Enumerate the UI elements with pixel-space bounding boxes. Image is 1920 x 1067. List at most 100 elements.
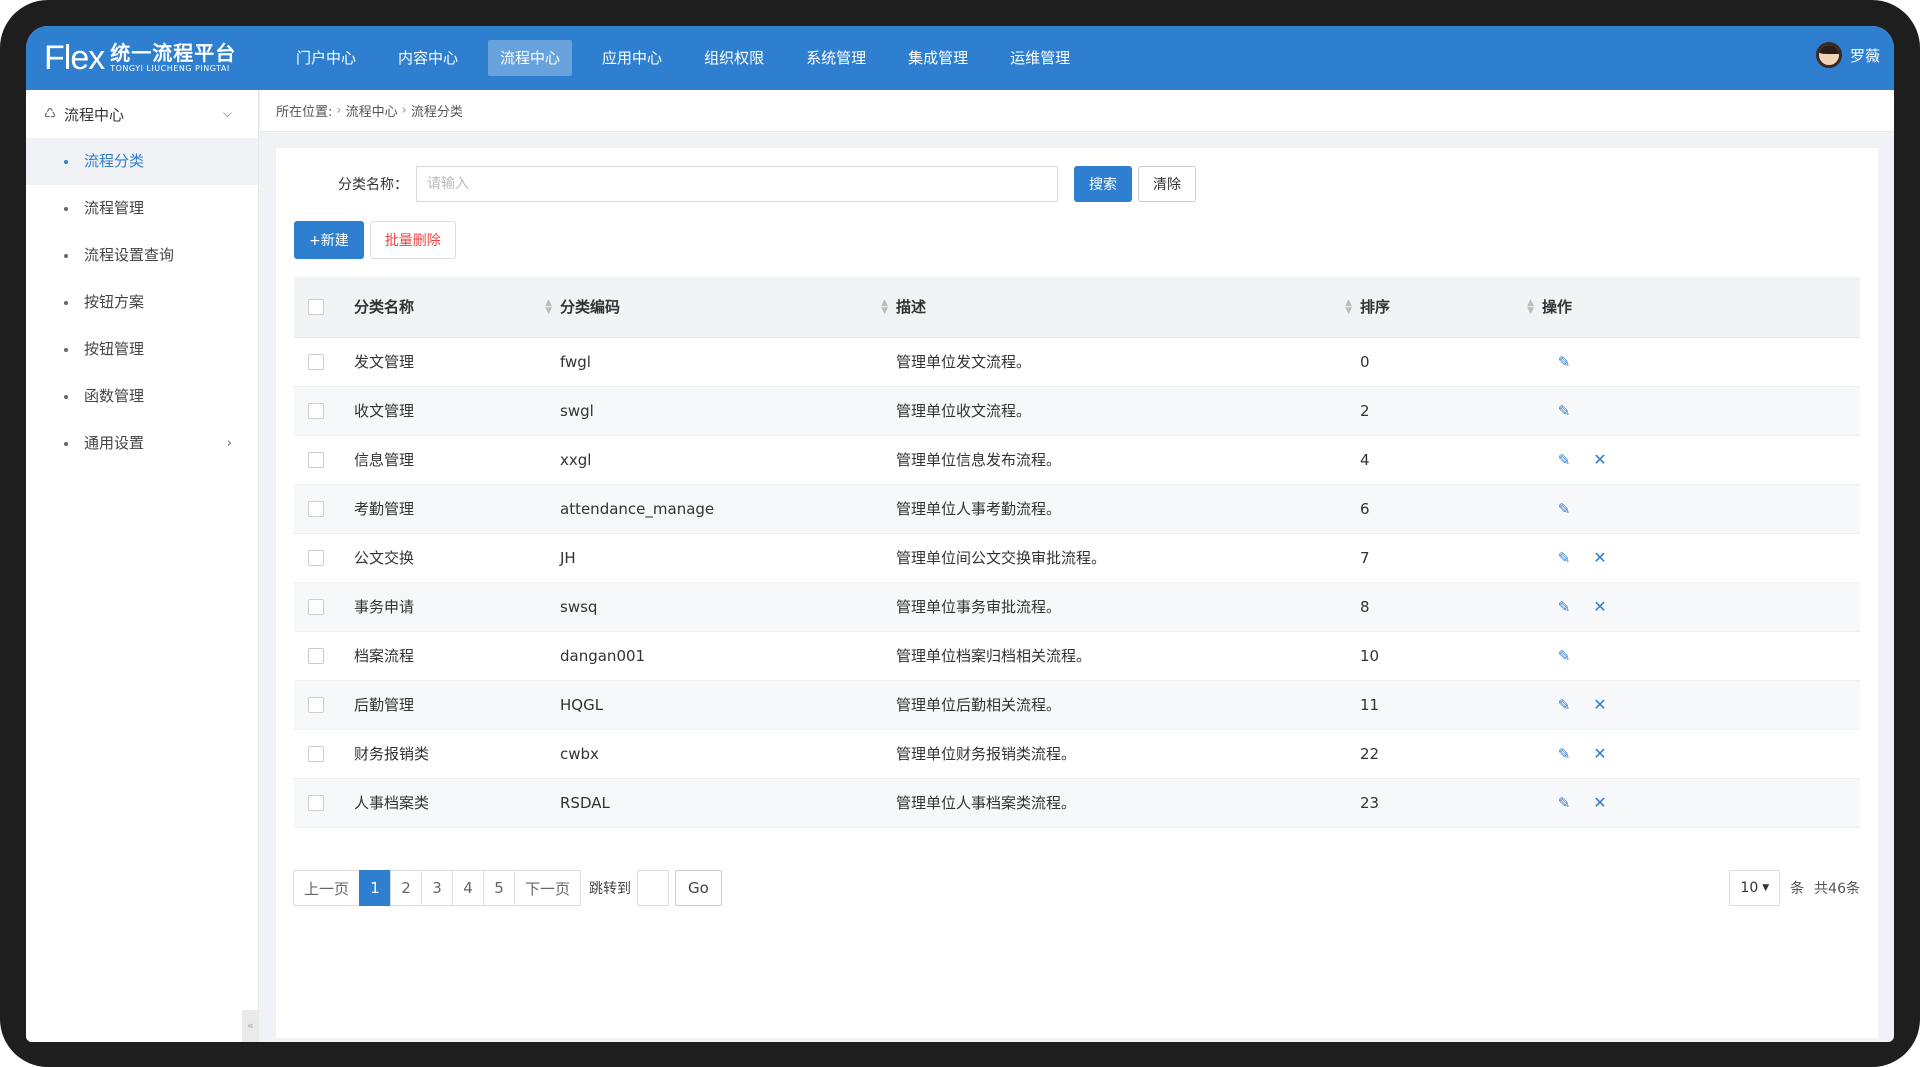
row-checkbox[interactable] — [308, 354, 324, 370]
row-checkbox[interactable] — [308, 452, 324, 468]
nav-item-apps[interactable]: 应用中心 — [590, 40, 674, 76]
action-bar: +新建 批量删除 — [294, 221, 462, 259]
delete-icon[interactable]: ✕ — [1582, 597, 1618, 616]
user-name: 罗薇 — [1849, 46, 1880, 65]
cell-order: 4 — [1360, 435, 1542, 485]
sidebar-collapse-button[interactable]: « — [242, 1010, 259, 1042]
row-checkbox[interactable] — [308, 697, 324, 713]
select-all-checkbox[interactable] — [308, 299, 324, 316]
row-checkbox[interactable] — [308, 746, 324, 762]
sidebar-item-process-category[interactable]: 流程分类 — [26, 138, 258, 185]
search-button[interactable]: 搜索 — [1074, 166, 1132, 202]
user-menu[interactable]: 罗薇 — [1815, 42, 1880, 68]
edit-icon[interactable]: ✎ — [1546, 353, 1582, 371]
cell-description: 管理单位间公文交换审批流程。 — [896, 533, 1360, 583]
row-checkbox[interactable] — [308, 648, 324, 664]
edit-icon[interactable]: ✎ — [1546, 745, 1582, 763]
row-checkbox[interactable] — [308, 550, 324, 566]
jump-page-input[interactable] — [637, 870, 670, 906]
sort-icon[interactable]: ▲ ▼ — [1345, 299, 1352, 316]
nav-item-integration[interactable]: 集成管理 — [896, 40, 980, 76]
edit-icon[interactable]: ✎ — [1546, 402, 1582, 420]
page-button-5[interactable]: 5 — [483, 870, 516, 906]
row-checkbox-cell — [294, 729, 354, 779]
edit-icon[interactable]: ✎ — [1546, 549, 1582, 567]
table-row: 公文交换 JH 管理单位间公文交换审批流程。 7 ✎ ✕ — [294, 533, 1860, 583]
page-button-3[interactable]: 3 — [421, 870, 454, 906]
row-checkbox-cell — [294, 533, 354, 583]
table-row: 档案流程 dangan001 管理单位档案归档相关流程。 10 ✎ — [294, 631, 1860, 681]
cell-description: 管理单位档案归档相关流程。 — [896, 631, 1360, 681]
sidebar-group-title: 流程中心 — [64, 105, 125, 124]
sidebar-group-header[interactable]: ♺ 流程中心 ⌵ — [26, 90, 258, 138]
column-header-name[interactable]: 分类名称 ▲ ▼ — [354, 277, 560, 338]
cell-code: swgl — [560, 386, 896, 436]
page-button-2[interactable]: 2 — [390, 870, 423, 906]
sort-icon[interactable]: ▲ ▼ — [1527, 299, 1534, 316]
row-checkbox[interactable] — [308, 795, 324, 811]
column-header-code[interactable]: 分类编码 ▲ ▼ — [560, 277, 896, 338]
breadcrumb: 所在位置: › 流程中心 › 流程分类 — [260, 90, 1894, 132]
app-logo[interactable]: Flex 统一流程平台 TONGYI LIUCHENG PINGTAI — [44, 38, 236, 78]
nav-item-process[interactable]: 流程中心 — [488, 40, 573, 76]
sidebar-item-function-management[interactable]: 函数管理 — [26, 373, 258, 420]
column-header-order[interactable]: 排序 ▲ ▼ — [1360, 277, 1542, 338]
nav-item-org-permissions[interactable]: 组织权限 — [692, 40, 776, 76]
clear-button[interactable]: 清除 — [1138, 166, 1196, 202]
nav-item-content[interactable]: 内容中心 — [386, 40, 470, 76]
delete-icon[interactable]: ✕ — [1582, 450, 1618, 469]
row-checkbox[interactable] — [308, 403, 324, 419]
edit-icon[interactable]: ✎ — [1546, 451, 1582, 469]
chevron-right-icon: › — [336, 103, 342, 118]
breadcrumb-item-current: 流程分类 — [410, 105, 463, 120]
sidebar-item-button-management[interactable]: 按钮管理 — [26, 326, 258, 373]
nav-item-portal[interactable]: 门户中心 — [284, 40, 368, 76]
edit-icon[interactable]: ✎ — [1546, 696, 1582, 714]
column-header-description[interactable]: 描述 ▲ ▼ — [896, 277, 1360, 338]
delete-icon[interactable]: ✕ — [1582, 744, 1618, 763]
logo-cn-title: 统一流程平台 — [110, 41, 237, 65]
nav-item-ops[interactable]: 运维管理 — [998, 40, 1082, 76]
row-checkbox-cell — [294, 386, 354, 436]
edit-icon[interactable]: ✎ — [1546, 500, 1582, 518]
cell-description: 管理单位发文流程。 — [896, 337, 1360, 387]
edit-icon[interactable]: ✎ — [1546, 647, 1582, 665]
cell-description: 管理单位财务报销类流程。 — [896, 729, 1360, 779]
chevron-right-icon: › — [226, 436, 232, 451]
sort-icon[interactable]: ▲ ▼ — [545, 299, 552, 316]
row-checkbox-cell — [294, 484, 354, 534]
sidebar-item-label: 函数管理 — [84, 387, 145, 405]
row-checkbox[interactable] — [308, 501, 324, 517]
delete-icon[interactable]: ✕ — [1582, 793, 1618, 812]
page-button-4[interactable]: 4 — [452, 870, 485, 906]
page-button-1[interactable]: 1 — [359, 870, 392, 906]
cell-actions: ✎ — [1542, 386, 1860, 436]
column-label: 操作 — [1542, 298, 1573, 317]
edit-icon[interactable]: ✎ — [1546, 794, 1582, 812]
breadcrumb-item[interactable]: 流程中心 — [346, 101, 398, 120]
nav-item-system[interactable]: 系统管理 — [794, 40, 878, 76]
page-size-select[interactable]: 10 ▼ — [1729, 870, 1781, 906]
sidebar-item-process-settings-query[interactable]: 流程设置查询 — [26, 232, 258, 279]
category-table: 分类名称 ▲ ▼ 分类编码 ▲ ▼ 描述 ▲ ▼ 排序 ▲ ▼ 操作 发文管理 fwgl 管理单位发… — [294, 277, 1860, 828]
next-page-button[interactable]: 下一页 — [514, 870, 582, 906]
prev-page-button[interactable]: 上一页 — [293, 870, 361, 906]
cell-order: 11 — [1360, 680, 1542, 730]
delete-icon[interactable]: ✕ — [1582, 695, 1618, 714]
delete-icon[interactable]: ✕ — [1582, 548, 1618, 567]
sidebar-item-general-settings[interactable]: 通用设置 › — [26, 420, 258, 467]
cell-name: 档案流程 — [354, 631, 560, 681]
sort-icon[interactable]: ▲ ▼ — [881, 299, 888, 316]
edit-icon[interactable]: ✎ — [1546, 598, 1582, 616]
category-name-search-input[interactable] — [416, 166, 1058, 202]
cell-actions: ✎ ✕ — [1542, 729, 1860, 779]
batch-delete-button[interactable]: 批量删除 — [369, 221, 456, 259]
row-checkbox[interactable] — [308, 599, 324, 615]
go-button[interactable]: Go — [675, 870, 722, 906]
chevron-down-icon: ⌵ — [222, 106, 232, 120]
sidebar-item-process-management[interactable]: 流程管理 — [26, 185, 258, 232]
sidebar-item-button-scheme[interactable]: 按钮方案 — [26, 279, 258, 326]
device-frame: Flex 统一流程平台 TONGYI LIUCHENG PINGTAI 门户中心… — [0, 0, 1920, 1067]
row-checkbox-cell — [294, 680, 354, 730]
new-button[interactable]: +新建 — [294, 221, 364, 259]
